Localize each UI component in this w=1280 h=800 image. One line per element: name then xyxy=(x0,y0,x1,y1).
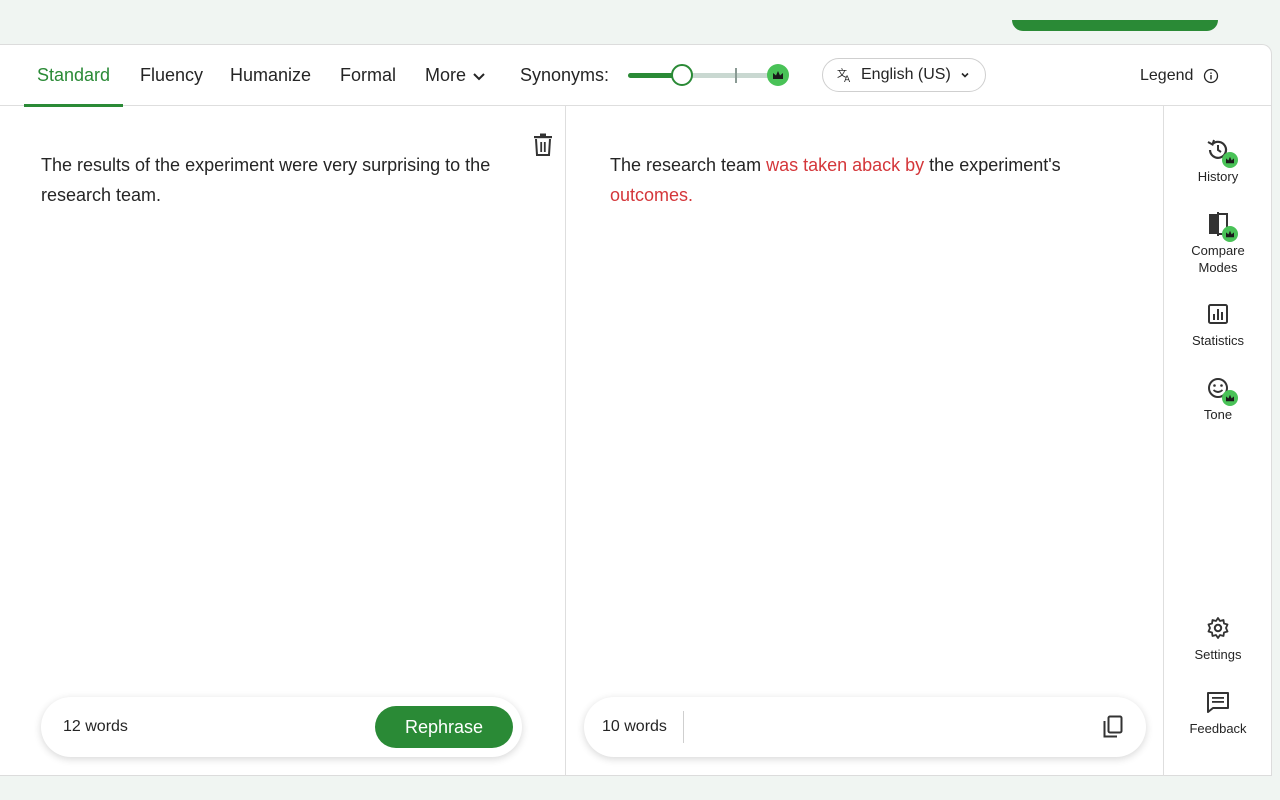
crown-icon[interactable] xyxy=(767,64,789,86)
gear-icon xyxy=(1204,614,1232,642)
top-banner-pill xyxy=(1012,20,1218,31)
sidebar-item-tone[interactable]: Tone xyxy=(1164,374,1272,423)
trash-icon[interactable] xyxy=(532,133,554,157)
language-selector[interactable]: 文 A English (US) xyxy=(822,58,986,92)
output-pane: The research team was taken aback by the… xyxy=(566,106,1164,776)
compare-icon xyxy=(1204,210,1238,242)
sidebar-item-statistics[interactable]: Statistics xyxy=(1164,300,1272,349)
changed-phrase[interactable]: outcomes. xyxy=(610,185,693,205)
history-icon xyxy=(1204,136,1238,168)
sidebar-item-settings[interactable]: Settings xyxy=(1164,614,1272,663)
sidebar-item-feedback[interactable]: Feedback xyxy=(1164,688,1272,737)
tone-icon xyxy=(1204,374,1238,406)
chevron-down-icon xyxy=(961,72,969,78)
sidebar-item-history[interactable]: History xyxy=(1164,136,1272,185)
slider-thumb[interactable] xyxy=(671,64,693,86)
copy-icon[interactable] xyxy=(1102,715,1124,739)
rephrase-button[interactable]: Rephrase xyxy=(375,706,513,748)
info-icon xyxy=(1204,68,1219,83)
mode-toolbar: Standard Fluency Humanize Formal More Sy… xyxy=(0,45,1271,107)
tab-fluency[interactable]: Fluency xyxy=(140,45,203,106)
tab-more[interactable]: More xyxy=(425,45,486,106)
synonyms-label: Synonyms: xyxy=(520,65,610,85)
sidebar-item-compare-modes[interactable]: Compare Modes xyxy=(1164,210,1272,276)
crown-icon xyxy=(1222,152,1238,168)
input-pane: The results of the experiment were very … xyxy=(0,106,566,776)
output-word-count: 10 words xyxy=(602,718,667,735)
output-text[interactable]: The research team was taken aback by the… xyxy=(610,150,1090,210)
legend-button[interactable]: Legend xyxy=(1140,45,1219,106)
tab-standard[interactable]: Standard xyxy=(23,45,124,107)
tab-humanize[interactable]: Humanize xyxy=(230,45,311,106)
tab-formal[interactable]: Formal xyxy=(340,45,396,106)
paraphraser-app: Standard Fluency Humanize Formal More Sy… xyxy=(0,44,1272,776)
slider-tick xyxy=(735,68,737,83)
svg-text:A: A xyxy=(844,75,851,83)
synonyms-slider[interactable] xyxy=(628,63,792,87)
bottom-strip xyxy=(0,776,1280,800)
input-word-count: 12 words xyxy=(63,718,128,735)
right-sidebar: History Compare Modes Statistics Tone Se… xyxy=(1164,106,1272,776)
changed-phrase[interactable]: was taken aback by xyxy=(766,155,924,175)
crown-icon xyxy=(1222,226,1238,242)
translate-icon: 文 A xyxy=(837,67,851,83)
input-footer: 12 words Rephrase xyxy=(41,697,522,757)
feedback-icon xyxy=(1204,688,1232,716)
output-footer: 10 words xyxy=(584,697,1146,757)
footer-divider xyxy=(682,711,684,743)
crown-icon xyxy=(1222,390,1238,406)
statistics-icon xyxy=(1204,300,1232,328)
chevron-down-icon xyxy=(473,72,485,80)
input-text[interactable]: The results of the experiment were very … xyxy=(41,150,511,210)
